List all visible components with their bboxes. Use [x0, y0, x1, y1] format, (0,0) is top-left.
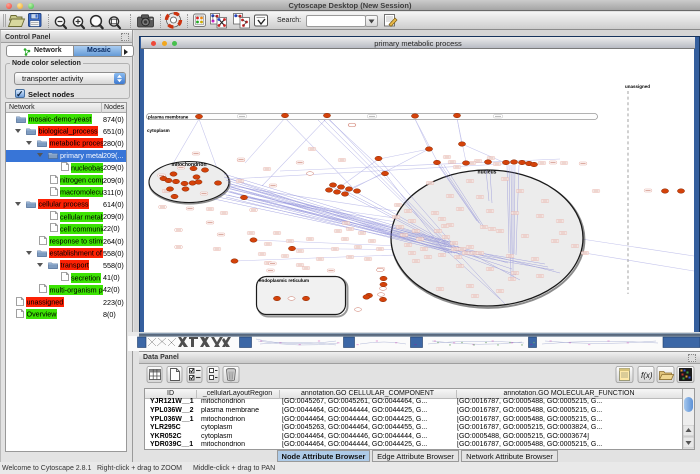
svg-text:unassigned: unassigned: [625, 84, 650, 89]
svg-text:plasma membrane: plasma membrane: [148, 115, 189, 120]
svg-text:cytoplasm: cytoplasm: [147, 128, 170, 133]
svg-text:nucleus: nucleus: [478, 170, 497, 176]
svg-text:mitochondrion: mitochondrion: [172, 162, 207, 168]
svg-text:endoplasmic reticulum: endoplasmic reticulum: [259, 278, 309, 283]
svg-text:f(x): f(x): [641, 371, 653, 380]
